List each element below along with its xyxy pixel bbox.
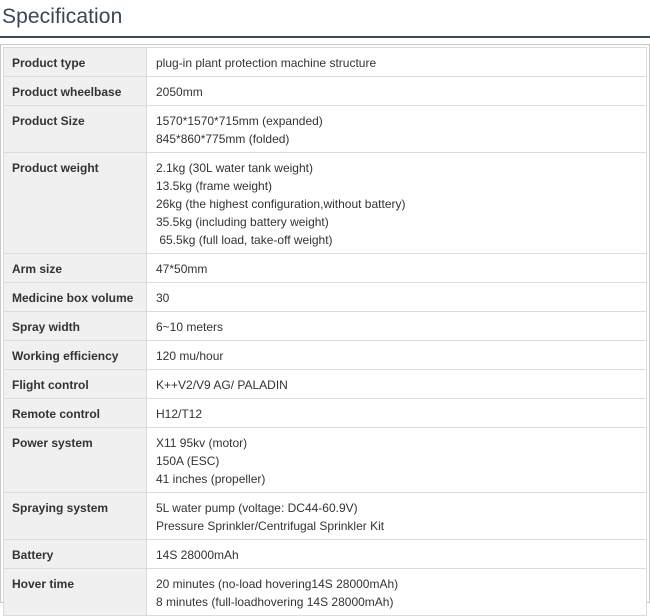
spec-value: K++V2/V9 AG/ PALADIN (146, 369, 647, 399)
spec-value-line: 41 inches (propeller) (156, 472, 266, 486)
table-row: Flight control K++V2/V9 AG/ PALADIN (3, 369, 647, 399)
spec-value: 47*50mm (146, 253, 647, 283)
table-row: Product Size 1570*1570*715mm (expanded) 84… (3, 105, 647, 153)
table-row: Product type plug-in plant protection mac… (3, 47, 647, 77)
table-row: Remote control H12/T12 (3, 398, 647, 428)
table-row: Battery 14S 28000mAh (3, 539, 647, 569)
spec-value: 5L water pump (voltage: DC44-60.9V) Press… (146, 492, 647, 540)
spec-value-line: 35.5kg (including battery weight) (156, 215, 329, 229)
spec-value-line: X11 95kv (motor) (156, 436, 248, 450)
table-row: Spray width 6~10 meters (3, 311, 647, 341)
spec-label: Power system (3, 427, 147, 493)
table-row: Arm size 47*50mm (3, 253, 647, 283)
spec-value-line: H12/T12 (156, 407, 203, 421)
heading-bar: Specification (0, 0, 650, 38)
spec-label: Product wheelbase (3, 76, 147, 106)
spec-value-line: Pressure Sprinkler/Centrifugal Sprinkler… (156, 519, 385, 533)
spec-value-line: 47*50mm (156, 262, 208, 276)
spec-label: Spray width (3, 311, 147, 341)
spec-value: 6~10 meters (146, 311, 647, 341)
table-row: Power system X11 95kv (motor) 150A (ESC) 41… (3, 427, 647, 493)
spec-value: 120 mu/hour (146, 340, 647, 370)
table-row: Spraying system 5L water pump (voltage: D… (3, 492, 647, 540)
spec-value: 14S 28000mAh (146, 539, 647, 569)
spec-label: Product type (3, 47, 147, 77)
spec-value-line: 13.5kg (frame weight) (156, 179, 273, 193)
spec-label: Remote control (3, 398, 147, 428)
spec-value: plug-in plant protection machine structu… (146, 47, 647, 77)
spec-value-line: plug-in plant protection machine structu… (156, 56, 377, 70)
table-row: Hover time 20 minutes (no-load hovering14… (3, 568, 647, 616)
spec-label: Product Size (3, 105, 147, 153)
spec-value-line: 2.1kg (30L water tank weight) (156, 161, 313, 175)
spec-table-body: Product type plug-in plant protection mac… (3, 47, 647, 616)
spec-value-line: 120 mu/hour (156, 349, 224, 363)
spec-label: Flight control (3, 369, 147, 399)
spec-label: Medicine box volume (3, 282, 147, 312)
spec-value: H12/T12 (146, 398, 647, 428)
spec-label: Spraying system (3, 492, 147, 540)
spec-label: Arm size (3, 253, 147, 283)
spec-value-line: 2050mm (156, 85, 203, 99)
spec-value-line: 14S 28000mAh (156, 548, 239, 562)
spec-value: 30 (146, 282, 647, 312)
spec-table-container: Product type plug-in plant protection mac… (0, 44, 650, 616)
spec-value-line: 150A (ESC) (156, 454, 220, 468)
spec-value-line: 65.5kg (full load, take-off weight) (156, 233, 333, 247)
spec-value-line: 26kg (the highest configuration,without … (156, 197, 406, 211)
spec-label: Battery (3, 539, 147, 569)
spec-value-line: 20 minutes (no-load hovering14S 28000mAh… (156, 577, 399, 591)
spec-value-line: 1570*1570*715mm (expanded) (156, 114, 323, 128)
spec-value-line: 30 (156, 291, 170, 305)
spec-page: Specification Product type plug-in plant … (0, 0, 650, 616)
spec-label: Product weight (3, 152, 147, 254)
spec-value: 20 minutes (no-load hovering14S 28000mAh… (146, 568, 647, 616)
spec-value-line: 6~10 meters (156, 320, 224, 334)
spec-label: Hover time (3, 568, 147, 616)
spec-label: Working efficiency (3, 340, 147, 370)
spec-value-line: 5L water pump (voltage: DC44-60.9V) (156, 501, 358, 515)
spec-table: Product type plug-in plant protection mac… (3, 47, 647, 616)
spec-value-line: 845*860*775mm (folded) (156, 132, 290, 146)
page-title: Specification (2, 5, 123, 28)
spec-value-line: K++V2/V9 AG/ PALADIN (156, 378, 288, 392)
table-row: Working efficiency 120 mu/hour (3, 340, 647, 370)
spec-value: 2050mm (146, 76, 647, 106)
table-row: Product weight 2.1kg (30L water tank weig… (3, 152, 647, 254)
spec-value: X11 95kv (motor) 150A (ESC) 41 inches (pro… (146, 427, 647, 493)
table-row: Product wheelbase 2050mm (3, 76, 647, 106)
table-row: Medicine box volume 30 (3, 282, 647, 312)
spec-value-line: 8 minutes (full-loadhovering 14S 28000mA… (156, 595, 394, 609)
spec-value: 1570*1570*715mm (expanded) 845*860*775mm … (146, 105, 647, 153)
spec-value: 2.1kg (30L water tank weight) 13.5kg (fra… (146, 152, 647, 254)
